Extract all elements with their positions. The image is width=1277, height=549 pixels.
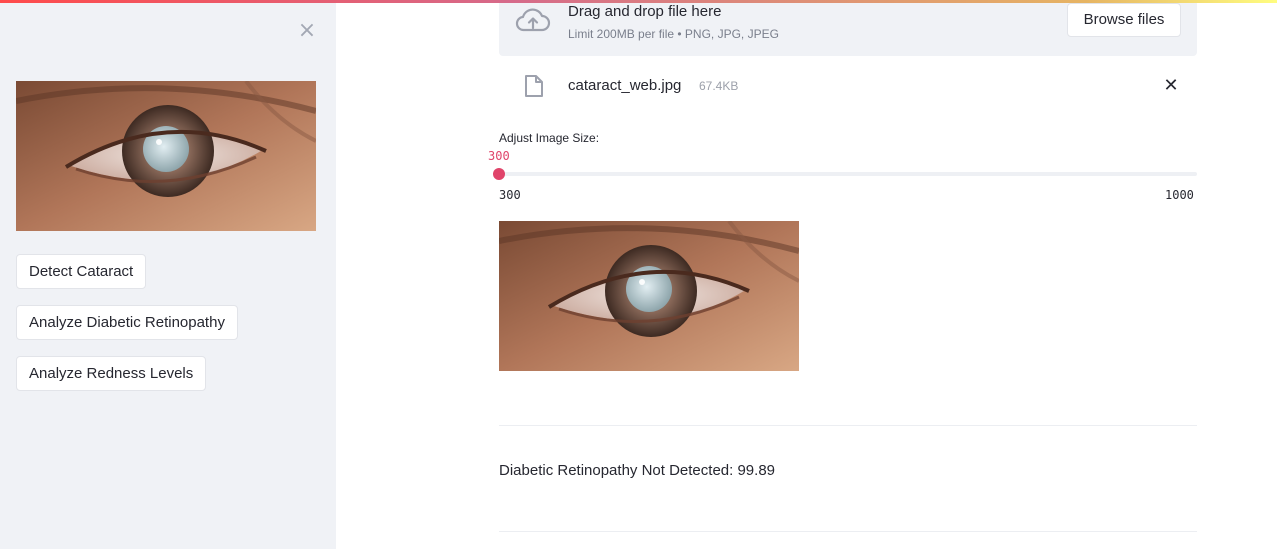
file-name: cataract_web.jpg xyxy=(568,77,682,94)
browse-files-button[interactable]: Browse files xyxy=(1067,3,1181,37)
analyze-diabetic-retinopathy-button[interactable]: Analyze Diabetic Retinopathy xyxy=(16,305,238,340)
cloud-upload-icon xyxy=(515,8,551,32)
slider-max-label: 1000 xyxy=(1165,188,1194,202)
dropzone-limit: Limit 200MB per file • PNG, JPG, JPEG xyxy=(568,27,779,41)
slider-min-label: 300 xyxy=(499,188,521,202)
slider-label: Adjust Image Size: xyxy=(499,131,600,145)
sidebar-eye-image xyxy=(16,81,316,231)
detect-cataract-button[interactable]: Detect Cataract xyxy=(16,254,147,289)
uploaded-file-row: cataract_web.jpg 67.4KB ✕ xyxy=(499,66,1197,106)
result-text: Diabetic Retinopathy Not Detected: 99.89 xyxy=(499,462,775,479)
sidebar: × Detect Cataract Analyze Diabetic Retin… xyxy=(0,0,336,549)
dropzone-title: Drag and drop file here xyxy=(568,3,722,20)
slider-thumb[interactable] xyxy=(493,168,505,180)
analyze-redness-levels-button[interactable]: Analyze Redness Levels xyxy=(16,356,207,391)
divider xyxy=(499,531,1197,532)
image-size-slider[interactable] xyxy=(493,168,1197,180)
file-uploader-dropzone[interactable]: Drag and drop file here Limit 200MB per … xyxy=(499,0,1197,56)
close-icon[interactable]: × xyxy=(297,20,317,42)
file-size: 67.4KB xyxy=(699,79,739,93)
divider xyxy=(499,425,1197,426)
top-decoration-bar xyxy=(0,0,1277,3)
close-icon[interactable]: ✕ xyxy=(1162,76,1180,96)
file-icon xyxy=(525,75,543,97)
uploaded-eye-image xyxy=(499,221,799,371)
slider-value: 300 xyxy=(488,149,510,163)
